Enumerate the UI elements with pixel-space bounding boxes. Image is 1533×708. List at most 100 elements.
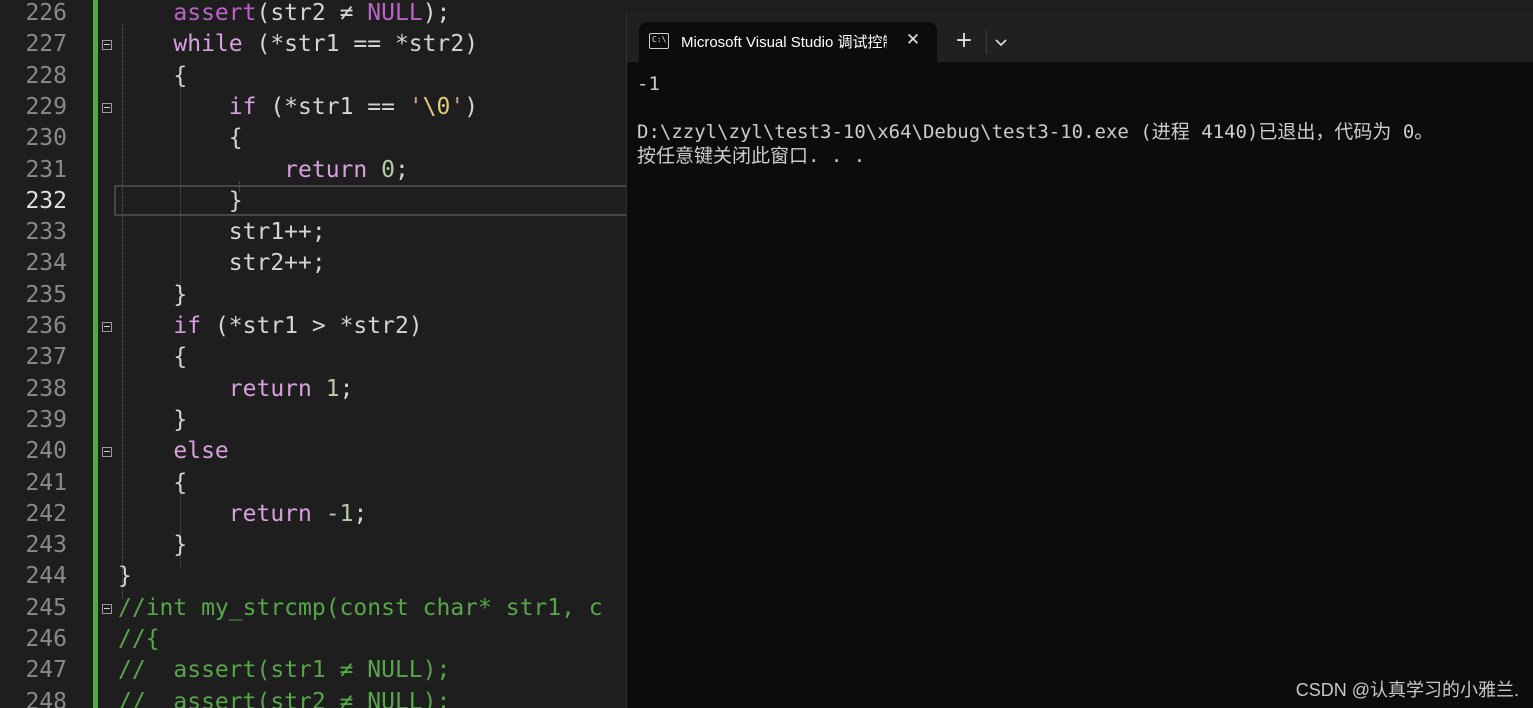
line-number: 248 bbox=[25, 688, 67, 708]
code-text: else bbox=[118, 436, 229, 467]
code-text: { bbox=[118, 342, 187, 373]
code-line: 246 //{ bbox=[0, 624, 626, 655]
line-number: 226 bbox=[25, 0, 67, 26]
code-token: -1 bbox=[325, 500, 354, 527]
chevron-down-icon[interactable] bbox=[991, 30, 1011, 54]
code-line: 240 else bbox=[0, 436, 626, 467]
tab-separator bbox=[986, 30, 987, 54]
code-line: 231 return 0; bbox=[0, 155, 626, 186]
code-token: } bbox=[118, 281, 188, 308]
code-token: ; bbox=[394, 156, 409, 183]
code-text: while (*str1 == *str2) bbox=[118, 29, 478, 60]
code-token: return bbox=[228, 500, 312, 527]
code-text: return 1; bbox=[118, 374, 354, 405]
line-number: 230 bbox=[25, 125, 67, 152]
code-text: str2++; bbox=[118, 248, 326, 279]
code-line: 230 { bbox=[0, 123, 626, 154]
code-token: ; bbox=[353, 500, 368, 527]
code-text: } bbox=[118, 280, 187, 311]
code-text: // assert(str2 ≠ NULL); bbox=[118, 687, 450, 708]
code-line: 243 } bbox=[0, 530, 626, 561]
code-token: ' bbox=[450, 93, 465, 120]
code-text: return -1; bbox=[118, 499, 368, 530]
code-line: 237 { bbox=[0, 342, 626, 373]
tab-title: Microsoft Visual Studio 调试控制台 bbox=[681, 34, 887, 51]
code-line: 239 } bbox=[0, 405, 626, 436]
code-token: { bbox=[118, 344, 188, 371]
line-number: 237 bbox=[25, 344, 67, 371]
code-line: 226 assert(str2 ≠ NULL); bbox=[0, 0, 626, 29]
console-tab[interactable]: C:\ Microsoft Visual Studio 调试控制台 ✕ bbox=[639, 22, 937, 62]
line-number: 227 bbox=[25, 31, 67, 58]
code-token: ; bbox=[339, 375, 354, 402]
code-token: if bbox=[173, 313, 202, 339]
code-text: { bbox=[118, 61, 187, 92]
new-tab-button[interactable]: + bbox=[951, 28, 977, 54]
code-token: else bbox=[173, 438, 229, 465]
code-text: // assert(str1 ≠ NULL); bbox=[118, 655, 450, 686]
code-token: 1 bbox=[325, 375, 340, 402]
code-line: 228 { bbox=[0, 61, 626, 92]
code-line: 227 while (*str1 == *str2) bbox=[0, 29, 626, 60]
code-token: } bbox=[118, 187, 243, 214]
line-number: 243 bbox=[25, 532, 67, 559]
code-text: assert(str2 ≠ NULL); bbox=[118, 0, 450, 29]
line-number: 232 bbox=[25, 187, 67, 214]
line-number: 242 bbox=[25, 500, 67, 527]
code-line: 233 str1++; bbox=[0, 217, 626, 248]
terminal-title-bar: C:\ Microsoft Visual Studio 调试控制台 ✕ + bbox=[627, 12, 1533, 62]
code-text: { bbox=[118, 468, 187, 499]
debug-console-window[interactable]: C:\ Microsoft Visual Studio 调试控制台 ✕ + -1… bbox=[626, 12, 1533, 708]
line-number: 231 bbox=[25, 156, 67, 183]
line-number: 236 bbox=[25, 313, 67, 339]
code-editor[interactable]: 226 assert(str2 ≠ NULL); 227 while (*str1… bbox=[0, 0, 626, 708]
code-token: (*str1 == bbox=[256, 93, 409, 120]
line-number: 245 bbox=[25, 594, 67, 621]
code-text: } bbox=[118, 186, 243, 217]
code-line: 235 } bbox=[0, 280, 626, 311]
code-text: return 0; bbox=[118, 155, 409, 186]
code-token: // assert(str2 ≠ NULL); bbox=[118, 688, 451, 708]
code-text: } bbox=[118, 530, 187, 561]
code-token: 0 bbox=[381, 156, 395, 183]
console-line: D:\zzyl\zyl\test3-10\x64\Debug\test3-10.… bbox=[637, 121, 1434, 143]
close-icon[interactable]: ✕ bbox=[901, 28, 925, 52]
code-token: assert bbox=[173, 0, 257, 26]
code-line: 247 // assert(str1 ≠ NULL); bbox=[0, 655, 626, 686]
line-number: 233 bbox=[25, 219, 67, 246]
code-token: if bbox=[228, 93, 257, 120]
code-text: //int my_strcmp(const char* str1, c bbox=[118, 593, 603, 624]
code-text: } bbox=[118, 561, 132, 592]
code-token: ) bbox=[464, 93, 479, 120]
watermark: CSDN @认真学习的小雅兰. bbox=[1295, 680, 1519, 700]
code-line: 242 return -1; bbox=[0, 499, 626, 530]
terminal-icon: C:\ bbox=[649, 33, 669, 49]
line-number: 238 bbox=[25, 375, 67, 402]
code-token: return bbox=[284, 156, 368, 183]
code-text: { bbox=[118, 123, 243, 154]
code-token: } bbox=[118, 532, 188, 559]
line-number: 240 bbox=[25, 438, 67, 465]
code-line: 248 // assert(str2 ≠ NULL); bbox=[0, 687, 626, 708]
code-token: //int my_strcmp(const char* str1, c bbox=[118, 594, 603, 621]
code-token: return bbox=[228, 375, 312, 402]
code-token: str1++; bbox=[118, 219, 326, 246]
code-line: 234 str2++; bbox=[0, 248, 626, 279]
line-number: 234 bbox=[25, 250, 67, 277]
code-line: 244} bbox=[0, 561, 626, 592]
code-text: } bbox=[118, 405, 187, 436]
code-text: if (*str1 > *str2) bbox=[118, 311, 422, 342]
code-token: \0 bbox=[422, 93, 451, 120]
console-line: -1 bbox=[637, 73, 660, 95]
